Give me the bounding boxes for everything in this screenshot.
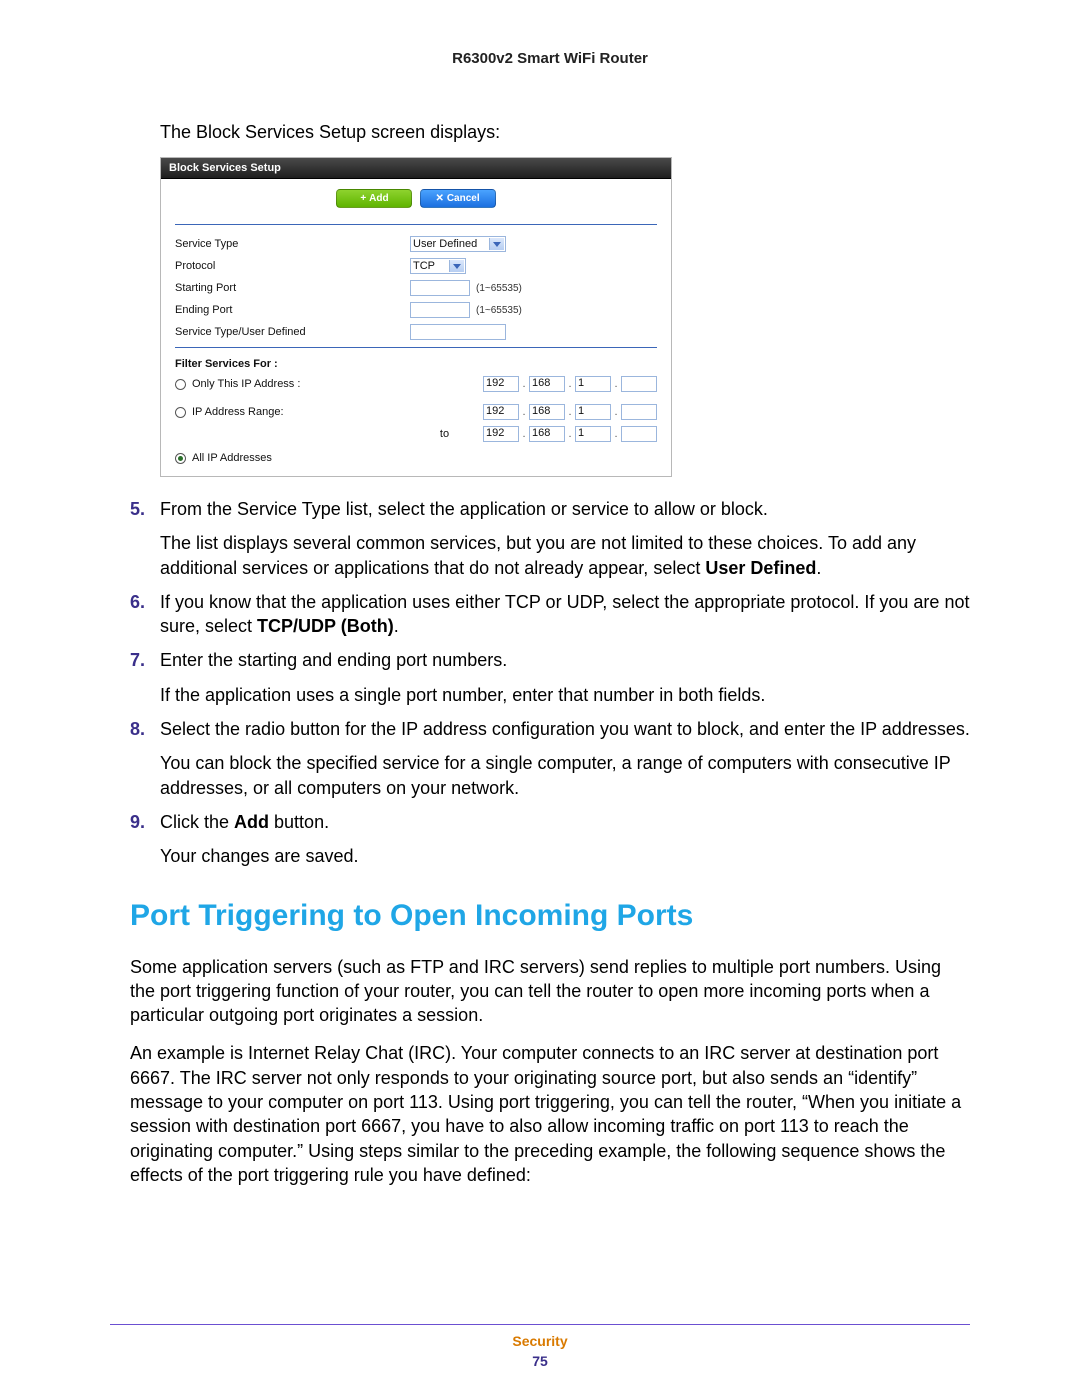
ip-octet-input[interactable]: 168 xyxy=(529,426,565,442)
ip-octet-input[interactable] xyxy=(621,404,657,420)
ip-range-from-fields: 192. 168. 1. xyxy=(483,404,657,420)
panel-title: Block Services Setup xyxy=(161,158,671,179)
section-heading: Port Triggering to Open Incoming Ports xyxy=(130,899,970,933)
step-paragraph: You can block the specified service for … xyxy=(160,751,970,800)
block-services-screenshot: Block Services Setup +Add ✕Cancel Servic… xyxy=(160,157,970,477)
filter-services-label: Filter Services For : xyxy=(175,358,657,370)
step-paragraph: If the application uses a single port nu… xyxy=(160,683,970,707)
divider xyxy=(175,347,657,348)
step-item: 6.If you know that the application uses … xyxy=(130,590,970,639)
step-paragraph: If you know that the application uses ei… xyxy=(160,590,970,639)
step-paragraph: Click the Add button. xyxy=(160,810,970,834)
all-ip-label: All IP Addresses xyxy=(192,452,272,464)
step-paragraph: Your changes are saved. xyxy=(160,844,970,868)
step-number: 8. xyxy=(130,717,160,800)
body-paragraph: An example is Internet Relay Chat (IRC).… xyxy=(130,1041,970,1187)
step-paragraph: Select the radio button for the IP addre… xyxy=(160,717,970,741)
body-paragraph: Some application servers (such as FTP an… xyxy=(130,955,970,1028)
ip-octet-input[interactable]: 1 xyxy=(575,426,611,442)
ip-octet-input[interactable]: 1 xyxy=(575,376,611,392)
document-header: R6300v2 Smart WiFi Router xyxy=(130,50,970,67)
ip-octet-input[interactable]: 192 xyxy=(483,376,519,392)
step-body: Select the radio button for the IP addre… xyxy=(160,717,970,800)
step-item: 5.From the Service Type list, select the… xyxy=(130,497,970,580)
ip-octet-input[interactable]: 168 xyxy=(529,376,565,392)
starting-port-input[interactable] xyxy=(410,280,470,296)
ip-range-label: IP Address Range: xyxy=(192,406,284,418)
only-this-ip-fields: 192. 168. 1. xyxy=(483,376,657,392)
step-item: 8.Select the radio button for the IP add… xyxy=(130,717,970,800)
starting-port-hint: (1~65535) xyxy=(476,283,522,294)
protocol-select[interactable]: TCP xyxy=(410,258,466,274)
ip-octet-input[interactable] xyxy=(621,376,657,392)
step-number: 5. xyxy=(130,497,160,580)
service-type-label: Service Type xyxy=(175,238,410,250)
step-paragraph: The list displays several common service… xyxy=(160,531,970,580)
footer-section: Security xyxy=(0,1333,1080,1349)
steps-list: 5.From the Service Type list, select the… xyxy=(130,497,970,869)
ip-octet-input[interactable]: 168 xyxy=(529,404,565,420)
add-button-label: Add xyxy=(369,193,388,204)
only-this-ip-label: Only This IP Address : xyxy=(192,378,300,390)
only-this-ip-radio[interactable] xyxy=(175,379,186,390)
chevron-down-icon xyxy=(449,260,464,272)
all-ip-radio[interactable] xyxy=(175,453,186,464)
ending-port-input[interactable] xyxy=(410,302,470,318)
starting-port-label: Starting Port xyxy=(175,282,410,294)
ending-port-hint: (1~65535) xyxy=(476,305,522,316)
ip-octet-input[interactable]: 192 xyxy=(483,426,519,442)
step-number: 6. xyxy=(130,590,160,639)
ip-octet-input[interactable] xyxy=(621,426,657,442)
cancel-button[interactable]: ✕Cancel xyxy=(420,189,496,208)
ip-octet-input[interactable]: 192 xyxy=(483,404,519,420)
user-defined-label: Service Type/User Defined xyxy=(175,326,410,338)
step-paragraph: Enter the starting and ending port numbe… xyxy=(160,648,970,672)
ip-range-radio[interactable] xyxy=(175,407,186,418)
footer-rule xyxy=(110,1324,970,1325)
step-body: Click the Add button. Your changes are sa… xyxy=(160,810,970,869)
step-paragraph: From the Service Type list, select the a… xyxy=(160,497,970,521)
footer-page-number: 75 xyxy=(0,1353,1080,1369)
ip-octet-input[interactable]: 1 xyxy=(575,404,611,420)
divider xyxy=(175,224,657,225)
page-footer: Security 75 xyxy=(0,1333,1080,1369)
user-defined-input[interactable] xyxy=(410,324,506,340)
add-button[interactable]: +Add xyxy=(336,189,412,208)
cancel-button-label: Cancel xyxy=(447,193,480,204)
step-item: 7.Enter the starting and ending port num… xyxy=(130,648,970,707)
ip-range-to-fields: 192. 168. 1. xyxy=(483,426,657,442)
chevron-down-icon xyxy=(489,238,504,250)
step-number: 9. xyxy=(130,810,160,869)
service-type-value: User Defined xyxy=(413,238,477,250)
protocol-value: TCP xyxy=(413,260,435,272)
protocol-label: Protocol xyxy=(175,260,410,272)
intro-text: The Block Services Setup screen displays… xyxy=(160,122,970,143)
step-body: From the Service Type list, select the a… xyxy=(160,497,970,580)
service-type-select[interactable]: User Defined xyxy=(410,236,506,252)
ip-range-to-label: to xyxy=(440,428,449,440)
step-number: 7. xyxy=(130,648,160,707)
ending-port-label: Ending Port xyxy=(175,304,410,316)
step-body: Enter the starting and ending port numbe… xyxy=(160,648,970,707)
step-body: If you know that the application uses ei… xyxy=(160,590,970,639)
step-item: 9.Click the Add button. Your changes are … xyxy=(130,810,970,869)
